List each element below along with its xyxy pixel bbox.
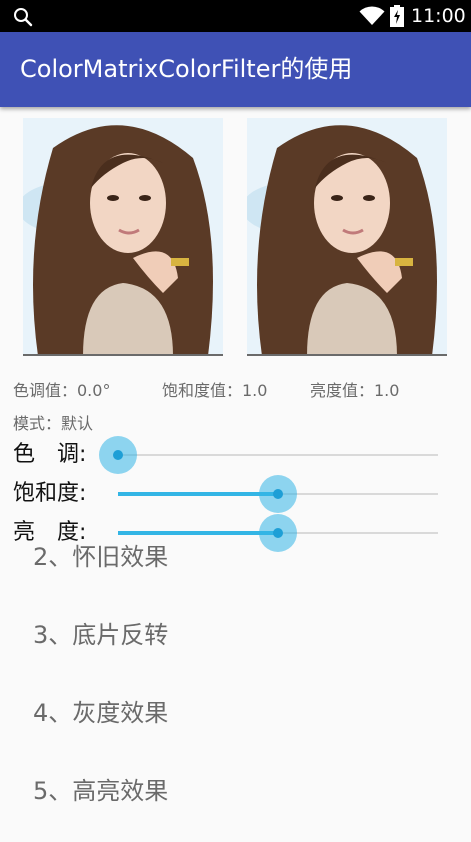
menu-item-grayscale[interactable]: 4、灰度效果 — [33, 698, 168, 728]
brightness-fill — [118, 531, 278, 535]
battery-icon — [390, 5, 404, 27]
values-row: 色调值：0.0° 饱和度值：1.0 亮度值：1.0 — [0, 377, 471, 401]
saturation-fill — [118, 492, 278, 496]
hue-label: 色 调: — [13, 442, 87, 467]
original-photo — [23, 118, 223, 356]
page-title: ColorMatrixColorFilter的使用 — [20, 55, 353, 83]
hue-thumb[interactable] — [99, 436, 137, 474]
app-bar: ColorMatrixColorFilter的使用 — [0, 32, 471, 107]
menu-item-negative[interactable]: 3、底片反转 — [33, 620, 168, 650]
saturation-label: 饱和度: — [13, 481, 87, 506]
status-bar: 11:00 — [0, 0, 471, 32]
hue-value: 色调值：0.0° — [13, 381, 111, 400]
brightness-value: 亮度值：1.0 — [310, 381, 400, 400]
filtered-photo — [247, 118, 447, 356]
hue-track — [118, 454, 438, 456]
saturation-thumb[interactable] — [259, 475, 297, 513]
saturation-value: 饱和度值：1.0 — [162, 381, 268, 400]
clock: 11:00 — [411, 5, 466, 27]
wifi-icon — [359, 6, 385, 25]
mode-label: 模式：默认 — [13, 414, 94, 433]
search-icon[interactable] — [13, 7, 33, 27]
brightness-thumb[interactable] — [259, 514, 297, 552]
brightness-label: 亮 度: — [13, 520, 87, 545]
menu-item-highlight[interactable]: 5、高亮效果 — [33, 776, 168, 806]
